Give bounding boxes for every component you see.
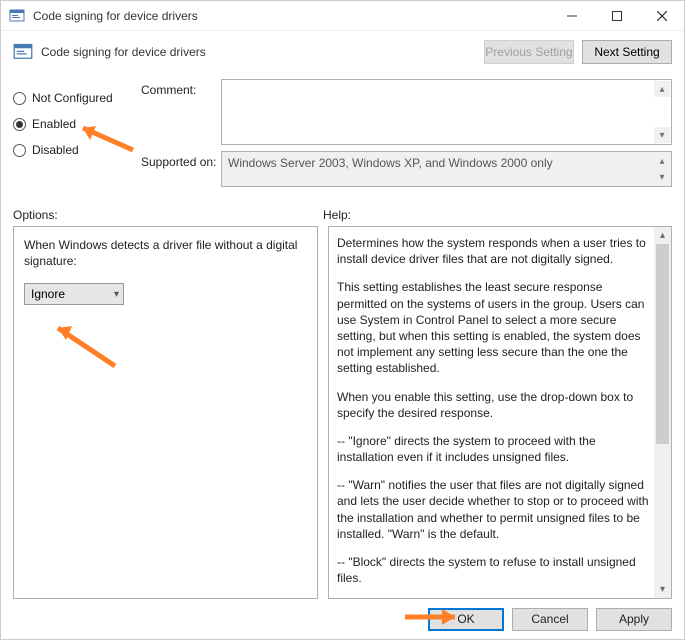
radio-label: Not Configured	[32, 91, 113, 105]
radio-icon	[13, 92, 26, 105]
policy-icon	[13, 42, 33, 62]
scroll-up-icon[interactable]: ▴	[654, 227, 671, 244]
not-configured-radio[interactable]: Not Configured	[13, 85, 141, 111]
policy-title: Code signing for device drivers	[41, 45, 476, 59]
options-panel: When Windows detects a driver file witho…	[13, 226, 318, 599]
help-paragraph: Determines how the system responds when …	[337, 235, 651, 267]
scroll-up-button[interactable]: ▴	[654, 153, 670, 169]
comment-row: Comment: ▴ ▾	[141, 79, 672, 145]
radio-label: Enabled	[32, 117, 76, 131]
section-labels: Options: Help:	[1, 198, 684, 226]
supported-row: Supported on: Windows Server 2003, Windo…	[141, 151, 672, 187]
supported-on-box: Windows Server 2003, Windows XP, and Win…	[221, 151, 672, 187]
app-icon	[9, 8, 25, 24]
ok-button[interactable]: OK	[428, 608, 504, 631]
help-paragraph: -- "Block" directs the system to refuse …	[337, 554, 651, 586]
cancel-button[interactable]: Cancel	[512, 608, 588, 631]
dialog-window: Code signing for device drivers Code sig…	[0, 0, 685, 640]
next-setting-button[interactable]: Next Setting	[582, 40, 672, 64]
signature-action-dropdown[interactable]: Ignore ▾	[24, 283, 124, 305]
window-controls	[549, 1, 684, 30]
maximize-button[interactable]	[594, 1, 639, 30]
help-scrollbar[interactable]: ▴ ▾	[654, 227, 671, 598]
button-bar: OK Cancel Apply	[1, 599, 684, 639]
header-row: Code signing for device drivers Previous…	[1, 31, 684, 73]
right-fields: Comment: ▴ ▾ Supported on: Windows Serve…	[141, 79, 672, 198]
window-title: Code signing for device drivers	[33, 9, 549, 23]
help-paragraph: This setting establishes the least secur…	[337, 279, 651, 376]
previous-setting-button: Previous Setting	[484, 40, 574, 64]
comment-textarea[interactable]: ▴ ▾	[221, 79, 672, 145]
minimize-button[interactable]	[549, 1, 594, 30]
disabled-radio[interactable]: Disabled	[13, 137, 141, 163]
dropdown-value: Ignore	[31, 287, 65, 301]
supported-value: Windows Server 2003, Windows XP, and Win…	[228, 156, 553, 170]
radio-label: Disabled	[32, 143, 79, 157]
scroll-up-button[interactable]: ▴	[654, 81, 670, 97]
comment-label: Comment:	[141, 79, 221, 145]
scrollbar-thumb[interactable]	[656, 244, 669, 444]
radio-icon	[13, 144, 26, 157]
options-heading: Options:	[13, 208, 323, 222]
state-radio-group: Not Configured Enabled Disabled	[13, 79, 141, 198]
supported-label: Supported on:	[141, 151, 221, 187]
scroll-down-button[interactable]: ▾	[654, 127, 670, 143]
scrollbar-track[interactable]	[654, 244, 671, 581]
enabled-radio[interactable]: Enabled	[13, 111, 141, 137]
lower-section: When Windows detects a driver file witho…	[1, 226, 684, 599]
chevron-down-icon: ▾	[114, 289, 119, 300]
radio-icon	[13, 118, 26, 131]
upper-section: Not Configured Enabled Disabled Comment:…	[1, 73, 684, 198]
options-prompt: When Windows detects a driver file witho…	[24, 237, 307, 269]
close-button[interactable]	[639, 1, 684, 30]
help-panel: Determines how the system responds when …	[328, 226, 672, 599]
help-paragraph: When you enable this setting, use the dr…	[337, 389, 651, 421]
apply-button[interactable]: Apply	[596, 608, 672, 631]
scroll-down-button[interactable]: ▾	[654, 169, 670, 185]
scroll-down-icon[interactable]: ▾	[654, 581, 671, 598]
help-heading: Help:	[323, 208, 672, 222]
help-paragraph: -- "Ignore" directs the system to procee…	[337, 433, 651, 465]
title-bar: Code signing for device drivers	[1, 1, 684, 31]
help-paragraph: -- "Warn" notifies the user that files a…	[337, 477, 651, 542]
